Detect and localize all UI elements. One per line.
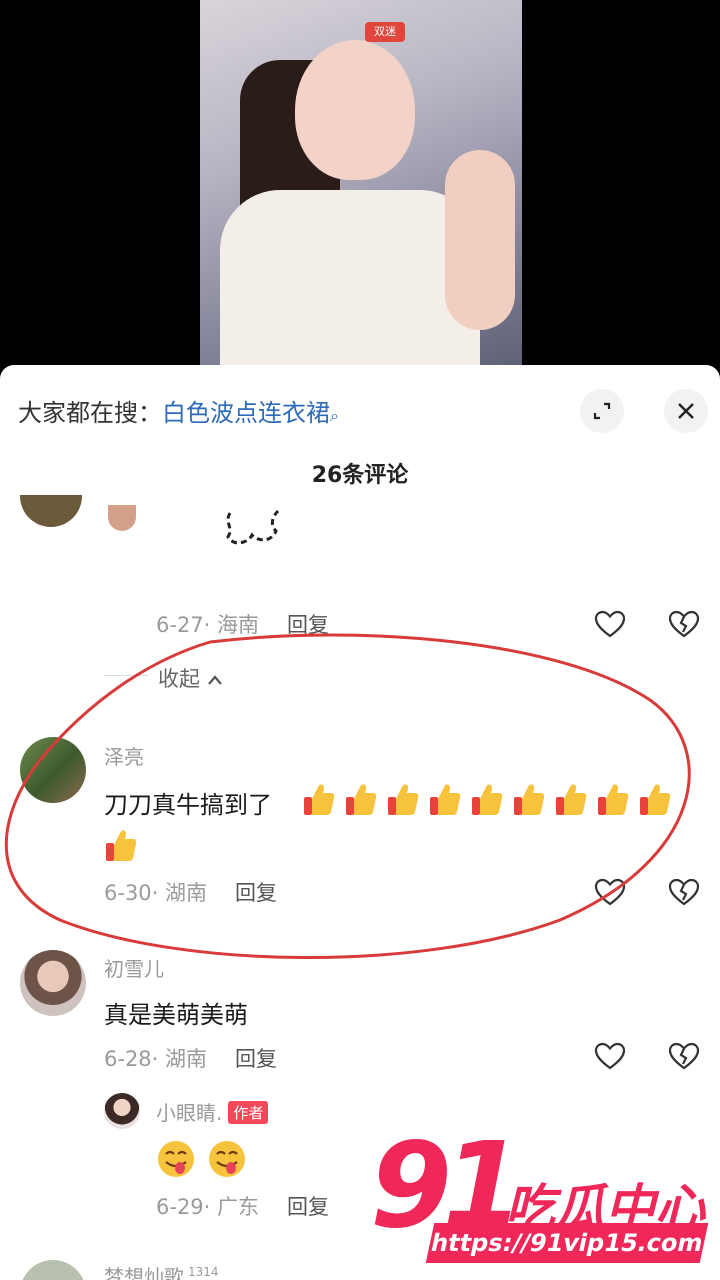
like-icon[interactable] <box>594 877 626 907</box>
user-badge: 1314 <box>188 1265 219 1280</box>
comment-meta: 6-30· 湖南 回复 <box>104 877 277 907</box>
comment-username[interactable]: 梦想灿歌 <box>104 1265 184 1280</box>
dislike-icon[interactable] <box>668 1041 700 1071</box>
tongue-out-emoji-icon <box>209 1141 246 1177</box>
close-icon <box>678 403 694 419</box>
thumbs-up-emoji-icon <box>554 781 588 817</box>
thumbs-up-emoji-icon <box>596 781 630 817</box>
search-term[interactable]: 白色波点连衣裙 <box>162 399 330 427</box>
comment-meta: 6-27· 海南 回复 <box>156 609 329 639</box>
video-filter-badge: 双迷 <box>365 22 405 42</box>
thumbs-up-emoji-icon <box>470 781 504 817</box>
video-body <box>220 190 480 365</box>
reply-username-row: 小眼睛. 作者 <box>156 1097 269 1126</box>
reply-button[interactable]: 回复 <box>287 613 329 637</box>
video-player[interactable]: 双迷 <box>0 0 720 365</box>
collapse-replies-button[interactable]: 收起 <box>158 663 223 693</box>
reply-location: · 广东 <box>203 1195 260 1219</box>
reply-date: 6-29 <box>156 1195 204 1219</box>
comment-date: 6-28 <box>104 1047 152 1071</box>
thumbs-up-emoji-icon <box>386 781 420 817</box>
reply-button[interactable]: 回复 <box>235 1047 277 1071</box>
thumbs-up-emoji-icon <box>344 781 378 817</box>
comment-location: · 湖南 <box>151 881 208 905</box>
thumbs-up-emoji-icon <box>428 781 462 817</box>
tongue-out-emoji-icon <box>158 1141 194 1177</box>
avatar[interactable] <box>20 950 86 1016</box>
next-comment-username-row: 梦想灿歌 1314 <box>104 1261 219 1280</box>
thumbs-up-emoji-row <box>106 781 692 861</box>
search-suggestion[interactable]: 大家都在搜：白色波点连衣裙⌕ <box>18 393 339 428</box>
comment-location: · 海南 <box>203 613 260 637</box>
comment-date: 6-30 <box>104 881 152 905</box>
comment-text-body: 刀刀真牛搞到了 <box>104 791 272 819</box>
chevron-up-icon <box>207 675 222 685</box>
comment-text: 真是美萌美萌 <box>104 1001 248 1029</box>
video-frame: 双迷 <box>200 0 522 365</box>
reply-meta: 6-29· 广东 回复 <box>156 1191 329 1221</box>
close-button[interactable] <box>664 389 708 433</box>
divider <box>104 675 148 676</box>
expand-button[interactable] <box>580 389 624 433</box>
avatar[interactable] <box>20 1260 86 1280</box>
collapse-label: 收起 <box>158 667 200 691</box>
author-badge: 作者 <box>228 1101 269 1124</box>
comment-username[interactable]: 初雪儿 <box>104 953 164 982</box>
like-icon[interactable] <box>594 1041 626 1071</box>
doodle-sticker <box>226 509 280 545</box>
expand-icon <box>593 402 611 420</box>
sticker-image <box>108 505 136 531</box>
search-prefix: 大家都在搜： <box>18 399 162 427</box>
reply-emoji-row <box>156 1139 247 1183</box>
like-icon[interactable] <box>594 609 626 639</box>
thumbs-up-emoji-icon <box>104 827 138 863</box>
search-icon: ⌕ <box>330 406 339 425</box>
dislike-icon[interactable] <box>668 877 700 907</box>
comment-text: 刀刀真牛搞到了 <box>104 785 272 820</box>
reply-username[interactable]: 小眼睛. <box>156 1101 222 1125</box>
thumbs-up-emoji-icon <box>638 781 672 817</box>
comment-count-title: 26条评论 <box>311 463 409 488</box>
video-hand <box>445 150 515 330</box>
thumbs-up-emoji-icon <box>512 781 546 817</box>
reply-button[interactable]: 回复 <box>287 1195 329 1219</box>
comment-date: 6-27 <box>156 613 204 637</box>
watermark-url: https://91vip15.com <box>425 1223 709 1263</box>
avatar[interactable] <box>20 737 86 803</box>
comment-meta: 6-28· 湖南 回复 <box>104 1043 277 1073</box>
avatar[interactable] <box>104 1093 140 1129</box>
reply-button[interactable]: 回复 <box>235 881 277 905</box>
watermark-logo: 91 吃瓜中心 https://91vip15.com <box>370 1120 710 1270</box>
avatar[interactable] <box>20 495 82 527</box>
thumbs-up-emoji-icon <box>302 781 336 817</box>
video-face <box>295 40 415 180</box>
dislike-icon[interactable] <box>668 609 700 639</box>
comment-location: · 湖南 <box>151 1047 208 1071</box>
comment-username[interactable]: 泽亮 <box>104 741 144 770</box>
